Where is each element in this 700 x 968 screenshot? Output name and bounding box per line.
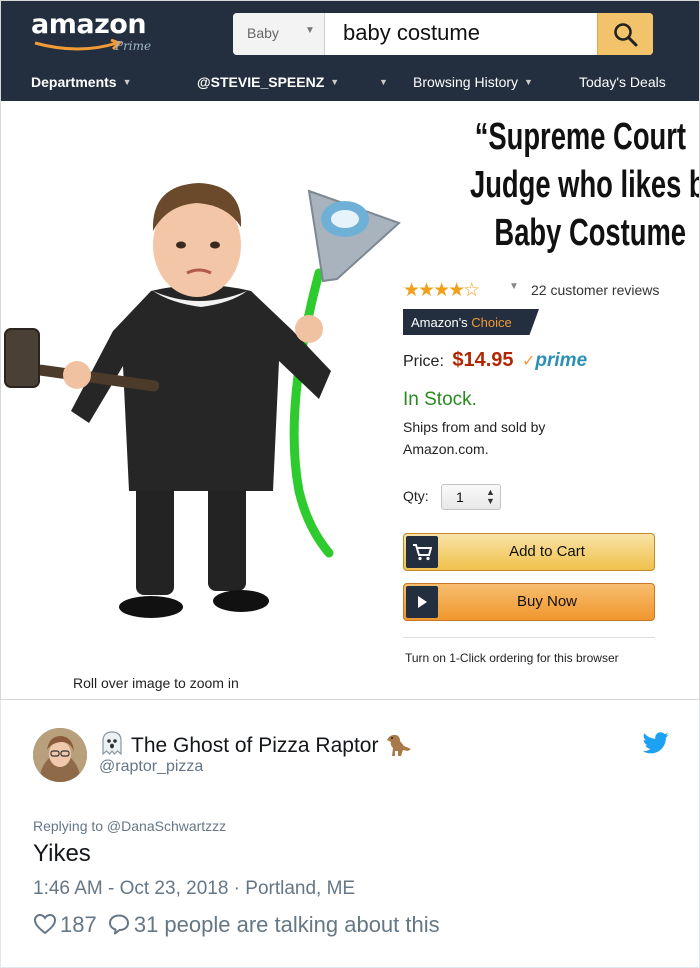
- baby-hand-right: [295, 315, 323, 343]
- nav-dropdown-caret[interactable]: ▼: [379, 77, 388, 90]
- author-name: The Ghost of Pizza Raptor: [131, 734, 379, 757]
- product-title-line-3: Baby Costume: [494, 212, 686, 254]
- zoom-hint: Roll over image to zoom in: [73, 675, 239, 691]
- product-title-line-1: “Supreme Court: [474, 116, 686, 158]
- customer-reviews-link[interactable]: 22 customer reviews: [531, 282, 659, 298]
- chevron-down-icon: ▼: [330, 77, 340, 87]
- divider: [403, 637, 655, 638]
- search-bar: Baby ▼ baby costume: [233, 13, 653, 55]
- tweet-text: Yikes: [33, 840, 91, 867]
- star-rating[interactable]: ★★★★☆: [403, 279, 480, 302]
- chevron-down-icon[interactable]: ▼: [509, 281, 519, 292]
- price-label: Price:: [403, 353, 444, 370]
- amazons-choice-badge: Amazon's Choice: [403, 309, 539, 335]
- nav-deals-label: Today's Deals: [579, 74, 666, 90]
- avatar[interactable]: [33, 728, 87, 782]
- beer-bong-tube: [289, 268, 334, 558]
- baby-leg-right: [208, 483, 246, 591]
- search-icon: [614, 23, 638, 47]
- tweet-stats: 187 31 people are talking about this: [33, 912, 440, 940]
- baby-eye-right: [210, 241, 220, 249]
- badge-label-choice: Choice: [471, 315, 512, 330]
- ships-line-1: Ships from and sold by: [403, 419, 546, 435]
- product-image[interactable]: [1, 161, 401, 661]
- gavel-head: [4, 328, 40, 388]
- buy-now-button[interactable]: Buy Now: [403, 583, 655, 621]
- nav-account[interactable]: @STEVIE_SPEENZ ▼: [197, 74, 339, 90]
- buy-now-label: Buy Now: [516, 593, 578, 610]
- amazon-header: amazon Prime Baby ▼ baby costume Departm…: [1, 1, 699, 101]
- nav-history-label: Browsing History: [413, 74, 519, 90]
- shoe-right: [213, 590, 269, 612]
- product-title-line-2: Judge who likes beer”: [470, 164, 699, 206]
- tweet-author[interactable]: The Ghost of Pizza Raptor: [99, 730, 414, 758]
- baby-leg-left: [136, 483, 174, 595]
- badge-label-amazons: Amazon's: [411, 315, 468, 330]
- tweet-meta[interactable]: 1:46 AM - Oct 23, 2018 · Portland, ME: [33, 878, 355, 900]
- prime-logo: prime: [535, 350, 588, 371]
- twitter-bird-icon[interactable]: [643, 732, 669, 754]
- heart-icon: [33, 913, 57, 935]
- reply-conversation-link[interactable]: 31 people are talking about this: [103, 912, 440, 937]
- spinner-arrows-icon: ▲ ▼: [486, 487, 495, 506]
- like-count: 187: [60, 912, 97, 937]
- cart-icon: [413, 544, 432, 561]
- cart-icon-box: [406, 536, 438, 568]
- baby-eye-left: [176, 241, 186, 249]
- one-click-link[interactable]: Turn on 1-Click ordering for this browse…: [405, 651, 619, 665]
- nav-row: Departments ▼ @STEVIE_SPEENZ ▼ ▼ Browsing …: [1, 65, 699, 101]
- quantity-label: Qty:: [403, 488, 429, 504]
- price-value: $14.95: [452, 349, 514, 371]
- quantity-value: 1: [456, 489, 464, 505]
- chevron-down-icon: ▼: [122, 77, 132, 87]
- stock-status: In Stock.: [403, 389, 477, 410]
- nav-departments[interactable]: Departments ▼: [31, 74, 132, 90]
- add-to-cart-button[interactable]: Add to Cart: [403, 533, 655, 571]
- play-icon-box: [406, 586, 438, 618]
- baby-hand-left: [63, 361, 91, 389]
- talking-count: 31 people are talking about this: [133, 912, 440, 937]
- shoe-left: [119, 596, 183, 618]
- search-category-label: Baby: [247, 25, 279, 41]
- amazon-screenshot: amazon Prime Baby ▼ baby costume Departm…: [0, 0, 700, 700]
- ghost-icon: [102, 731, 122, 756]
- like-button[interactable]: 187: [33, 912, 103, 937]
- chevron-down-icon: ▼: [379, 77, 388, 87]
- search-button[interactable]: [597, 13, 653, 55]
- author-handle[interactable]: @raptor_pizza: [99, 758, 203, 776]
- logo-wordmark: amazon: [31, 9, 147, 40]
- price-row: Price: $14.95 ✓prime: [403, 349, 587, 379]
- speech-bubble-icon: [108, 914, 129, 935]
- add-to-cart-label: Add to Cart: [509, 543, 585, 560]
- nav-departments-label: Departments: [31, 74, 117, 90]
- logo-prime-label: Prime: [115, 39, 152, 53]
- replying-to[interactable]: Replying to @DanaSchwartzzz: [33, 818, 226, 834]
- chevron-down-icon: ▼: [524, 77, 533, 87]
- ships-line-2: Amazon.com.: [403, 441, 489, 457]
- prime-check-icon: ✓: [521, 353, 536, 370]
- quantity-select[interactable]: 1 ▲ ▼: [441, 484, 501, 510]
- chevron-down-icon: ▼: [305, 25, 315, 36]
- product-title: “Supreme Court Judge who likes beer” Bab…: [470, 113, 699, 257]
- smile-arrow-icon: [34, 39, 122, 51]
- amazon-logo[interactable]: amazon Prime: [29, 9, 169, 59]
- search-input[interactable]: baby costume: [343, 20, 480, 46]
- tweet-card: The Ghost of Pizza Raptor @raptor_pizza …: [0, 700, 700, 968]
- badge-label: Amazon's Choice: [411, 315, 512, 330]
- search-category-select[interactable]: Baby ▼: [233, 13, 325, 55]
- nav-account-label: @STEVIE_SPEENZ: [197, 74, 325, 90]
- nav-browsing-history[interactable]: Browsing History ▼: [413, 74, 533, 90]
- raptor-icon: [387, 734, 412, 756]
- play-icon: [418, 596, 427, 608]
- funnel-label-center: [331, 210, 359, 228]
- nav-todays-deals[interactable]: Today's Deals: [579, 74, 666, 90]
- ships-from: Ships from and sold by Amazon.com.: [403, 416, 603, 460]
